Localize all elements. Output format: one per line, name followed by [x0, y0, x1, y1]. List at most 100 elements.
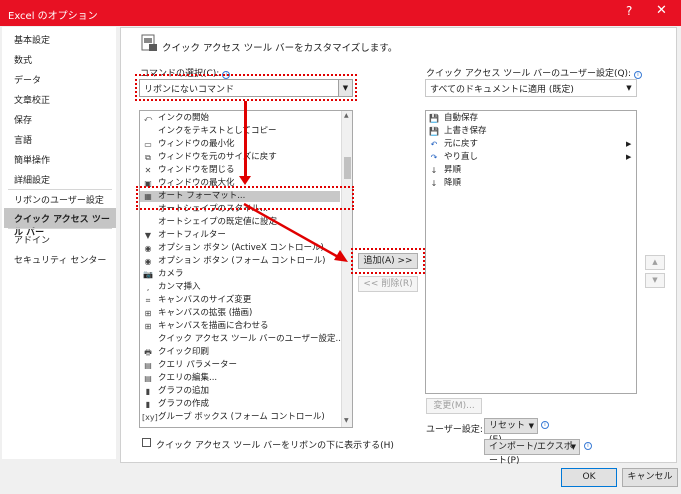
- list-item[interactable]: ⤺ インクの開始: [140, 113, 340, 124]
- list-item[interactable]: ✕ ウィンドウを閉じる: [140, 165, 340, 176]
- list-item[interactable]: 🖶 クイック印刷: [140, 347, 340, 358]
- nav-item-accessibility[interactable]: 簡単操作: [14, 153, 50, 166]
- highlight-arrow: [244, 101, 247, 179]
- list-item-label: ウィンドウを閉じる: [158, 165, 235, 175]
- list-item[interactable]: [xy] グループ ボックス (フォーム コントロール): [140, 412, 340, 423]
- nav-item-formulas[interactable]: 数式: [14, 53, 32, 66]
- list-item-label: 元に戻す: [444, 139, 479, 149]
- arrow-head-down-icon: [239, 176, 251, 185]
- filter-icon: ▼: [144, 231, 152, 240]
- remove-button[interactable]: << 削除(R): [358, 276, 418, 292]
- list-item-label: グラフの作成: [158, 399, 210, 409]
- list-item[interactable]: クイック アクセス ツール バーのユーザー設定...: [140, 334, 344, 345]
- list-item[interactable]: インクをテキストとしてコピー: [140, 126, 340, 137]
- submenu-arrow-icon: ▶: [626, 140, 632, 148]
- list-item[interactable]: ↷ やり直し ▶: [426, 152, 636, 163]
- ink-icon: ⤺: [143, 114, 153, 123]
- list-item[interactable]: ▭ ウィンドウの最小化: [140, 139, 340, 150]
- list-item-label: 昇順: [444, 165, 462, 175]
- cancel-button[interactable]: キャンセル: [622, 468, 678, 487]
- list-item[interactable]: 💾 自動保存: [426, 113, 636, 124]
- nav-item-proofing[interactable]: 文章校正: [14, 93, 50, 106]
- list-item[interactable]: 📷 カメラ: [140, 269, 340, 280]
- submenu-arrow-icon: ▶: [626, 153, 632, 161]
- move-down-button[interactable]: ▼: [645, 273, 665, 288]
- sort-descending-icon: ↓: [430, 179, 438, 188]
- list-item[interactable]: ‚ カンマ挿入: [140, 282, 340, 293]
- autosave-icon: 💾: [429, 114, 439, 123]
- help-button[interactable]: ?: [626, 4, 632, 18]
- nav-item-language[interactable]: 言語: [14, 133, 32, 146]
- query-edit-icon: ▤: [144, 374, 152, 383]
- canvas-expand-icon: ⊞: [144, 309, 152, 318]
- nav-divider: [8, 228, 112, 229]
- list-item[interactable]: ▤ クエリ パラメーター: [140, 360, 340, 371]
- page-title: クイック アクセス ツール バーをカスタマイズします。: [162, 43, 398, 54]
- nav-item-save[interactable]: 保存: [14, 113, 32, 126]
- nav-item-general[interactable]: 基本設定: [14, 33, 50, 46]
- below-ribbon-checkbox[interactable]: [142, 438, 151, 447]
- reset-dropdown[interactable]: リセット(E) ▼: [484, 418, 538, 445]
- highlight-commands-dropdown: [135, 74, 357, 101]
- list-item-label: クエリ パラメーター: [158, 360, 237, 370]
- list-item-label: 自動保存: [444, 113, 479, 123]
- list-item-label: オートフィルター: [158, 230, 226, 240]
- query-parameter-icon: ▤: [144, 361, 152, 370]
- restore-icon: ⧉: [145, 153, 151, 162]
- list-item-label: 降順: [444, 178, 462, 188]
- list-item[interactable]: 💾 上書き保存: [426, 126, 636, 137]
- list-item-label: ウィンドウを元のサイズに戻す: [158, 152, 277, 162]
- modify-button[interactable]: 変更(M)...: [426, 398, 482, 414]
- list-item[interactable]: ▮ グラフの追加: [140, 386, 340, 397]
- move-up-button[interactable]: ▲: [645, 255, 665, 270]
- nav-divider: [8, 189, 112, 190]
- nav-item-quick-access-toolbar[interactable]: クイック アクセス ツール バー: [4, 208, 116, 238]
- highlight-add-button: [351, 248, 425, 274]
- import-export-dropdown[interactable]: インポート/エクスポート(P) ▼: [484, 439, 580, 466]
- list-item[interactable]: ⌗ キャンバスのサイズ変更: [140, 295, 340, 306]
- qat-customize-icon: [140, 34, 158, 52]
- nav-item-addins[interactable]: アドイン: [14, 233, 50, 246]
- list-item[interactable]: ↓ 昇順: [426, 165, 636, 176]
- commands-list-items: ⤺ インクの開始 インクをテキストとしてコピー ▭ ウィンドウの最小化 ⧉ ウィンドウ…: [140, 111, 344, 427]
- list-item-label: クイック印刷: [158, 347, 210, 357]
- group-box-icon: [xy]: [142, 413, 158, 422]
- list-item-label: 上書き保存: [444, 126, 487, 136]
- scroll-down-icon[interactable]: ▼: [344, 417, 349, 424]
- nav-item-trust-center[interactable]: セキュリティ センター: [14, 253, 106, 266]
- nav-item-data[interactable]: データ: [14, 73, 41, 86]
- scroll-up-icon[interactable]: ▲: [344, 112, 349, 119]
- close-icon: ✕: [144, 166, 152, 175]
- nav-item-advanced[interactable]: 詳細設定: [14, 173, 50, 186]
- undo-icon: ↶: [430, 140, 438, 149]
- save-icon: 💾: [429, 127, 439, 136]
- list-item[interactable]: ▮ グラフの作成: [140, 399, 340, 410]
- list-item[interactable]: ▤ クエリの編集...: [140, 373, 340, 384]
- scrollbar-thumb[interactable]: [344, 157, 351, 179]
- info-icon: i: [633, 71, 642, 79]
- highlight-arrow-diagonal: [243, 202, 348, 262]
- ok-button[interactable]: OK: [561, 468, 617, 487]
- camera-icon: 📷: [143, 270, 153, 279]
- qat-scope-dropdown[interactable]: すべてのドキュメントに適用 (既定) ▼: [425, 79, 637, 97]
- list-item[interactable]: ↶ 元に戻す ▶: [426, 139, 636, 150]
- list-item-label: クエリの編集...: [158, 373, 218, 383]
- nav-item-customize-ribbon[interactable]: リボンのユーザー設定: [14, 193, 104, 206]
- list-item-label: インクをテキストとしてコピー: [158, 126, 277, 136]
- chevron-down-icon: ▼: [528, 422, 534, 430]
- list-item-label: カメラ: [158, 269, 184, 279]
- minimize-icon: ▭: [144, 140, 152, 149]
- redo-icon: ↷: [430, 153, 438, 162]
- user-settings-label: ユーザー設定:: [426, 425, 483, 435]
- chevron-down-icon: ▼: [570, 443, 576, 451]
- chart-add-icon: ▮: [145, 387, 151, 396]
- canvas-fit-icon: ⊞: [144, 322, 152, 331]
- option-button-icon: ◉: [144, 257, 152, 266]
- window-title: Excel のオプション: [8, 11, 98, 22]
- close-button[interactable]: ✕: [656, 3, 667, 18]
- list-item[interactable]: ⊞ キャンバスを描画に合わせる: [140, 321, 340, 332]
- list-item[interactable]: ↓ 降順: [426, 178, 636, 189]
- list-item[interactable]: ⧉ ウィンドウを元のサイズに戻す: [140, 152, 340, 163]
- list-item[interactable]: ⊞ キャンバスの拡張 (描画): [140, 308, 340, 319]
- qat-list[interactable]: 💾 自動保存 💾 上書き保存 ↶ 元に戻す ▶ ↷ やり直し ▶ ↓ 昇順 ↓ 降順: [425, 110, 637, 394]
